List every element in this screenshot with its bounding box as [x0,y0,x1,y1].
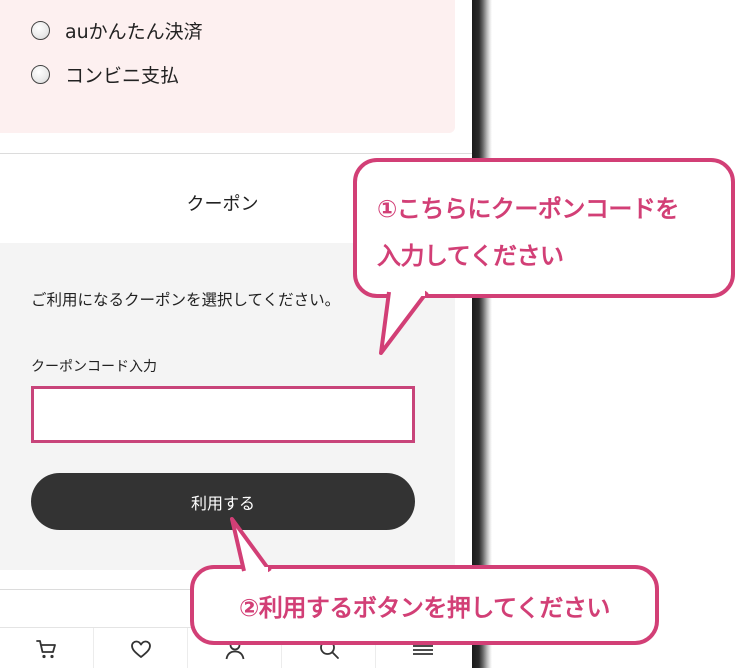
payment-method-panel: auかんたん決済 コンビニ支払 [0,0,455,133]
callout-pointer [379,290,429,355]
callout-text: ②利用するボタンを押してください [239,593,610,622]
callout-text: ①こちらにクーポンコードを [377,195,679,223]
payment-option-au[interactable]: auかんたん決済 [31,17,203,44]
coupon-code-label: クーポンコード入力 [31,359,157,375]
coupon-code-input[interactable] [31,386,415,443]
instruction-callout-step2: ②利用するボタンを押してください [190,565,659,645]
payment-option-convenience-store[interactable]: コンビニ支払 [31,61,179,88]
callout-pointer [230,517,272,574]
radio-button[interactable] [31,65,50,84]
callout-text: 入力してください [377,242,564,270]
section-divider [0,153,472,154]
nav-cart[interactable] [0,628,94,668]
nav-favorites[interactable] [94,628,188,668]
instruction-callout-step1: ①こちらにクーポンコードを 入力してください [353,158,735,298]
apply-coupon-button[interactable]: 利用する [31,473,415,530]
coupon-description: ご利用になるクーポンを選択してください。 [31,291,341,309]
payment-option-label: コンビニ支払 [65,65,180,87]
heart-icon [130,640,151,658]
cart-icon [35,639,56,658]
radio-button[interactable] [31,21,50,40]
payment-option-label: auかんたん決済 [65,21,203,43]
